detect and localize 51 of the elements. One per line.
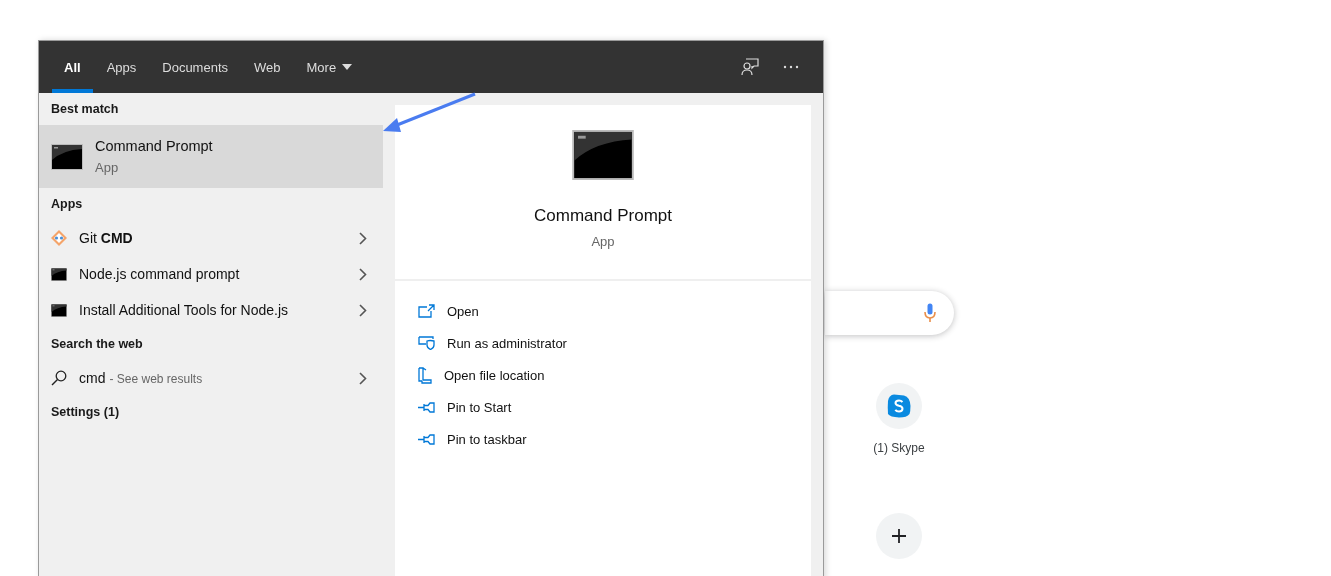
preview-title: Command Prompt bbox=[534, 206, 672, 226]
pin-icon bbox=[418, 433, 435, 445]
file-location-icon bbox=[418, 366, 432, 384]
result-item[interactable]: Command Prompt App bbox=[39, 125, 383, 188]
add-shortcut-button[interactable] bbox=[876, 513, 922, 559]
plus-icon bbox=[892, 529, 906, 543]
result-title: cmd - See web results bbox=[79, 370, 204, 386]
action-item[interactable]: Open bbox=[418, 295, 811, 327]
shortcut-label: (1) Skype bbox=[873, 441, 925, 455]
caret-icon bbox=[342, 64, 353, 70]
console-icon bbox=[51, 303, 67, 317]
section-heading: Best match bbox=[50, 101, 120, 118]
result-item[interactable]: Git CMD bbox=[39, 220, 383, 256]
tab[interactable]: Apps bbox=[94, 41, 149, 93]
result-item[interactable]: Install Additional Tools for Node.js bbox=[39, 292, 383, 328]
pin-icon bbox=[418, 401, 435, 413]
shield-icon bbox=[418, 336, 435, 350]
chevron-icon[interactable] bbox=[359, 371, 367, 385]
search-icon bbox=[51, 370, 67, 386]
action-item[interactable]: Open file location bbox=[418, 359, 811, 391]
action-item[interactable]: Run as administrator bbox=[418, 327, 811, 359]
tab[interactable]: More bbox=[294, 41, 365, 93]
tab[interactable]: All bbox=[52, 41, 93, 93]
action-item[interactable]: Pin to Start bbox=[418, 391, 811, 423]
chevron-icon[interactable] bbox=[359, 267, 367, 281]
console-icon bbox=[51, 267, 67, 281]
chevron-icon[interactable] bbox=[359, 231, 367, 245]
feedback-icon[interactable] bbox=[741, 58, 759, 76]
s-logo-icon bbox=[887, 394, 911, 418]
section-heading: Settings (1) bbox=[50, 404, 121, 421]
action-item[interactable]: Pin to taskbar bbox=[418, 423, 811, 455]
microphone-icon[interactable] bbox=[924, 303, 936, 323]
shortcut-button[interactable] bbox=[876, 383, 922, 429]
result-title: Node.js command prompt bbox=[79, 266, 241, 282]
chevron-icon[interactable] bbox=[359, 303, 367, 317]
console-icon bbox=[572, 130, 634, 180]
open-window-icon bbox=[418, 304, 435, 318]
result-title: Git CMD bbox=[79, 230, 134, 246]
tab[interactable]: Web bbox=[242, 41, 293, 93]
section-heading: Search the web bbox=[50, 336, 144, 353]
console-icon bbox=[51, 143, 83, 170]
preview-type: App bbox=[591, 234, 615, 249]
result-type: App bbox=[95, 160, 120, 175]
tab[interactable]: Documents bbox=[150, 41, 240, 93]
result-item[interactable]: Node.js command prompt bbox=[39, 256, 383, 292]
result-title: Command Prompt bbox=[95, 138, 213, 154]
more-options-icon[interactable] bbox=[783, 65, 799, 69]
result-item[interactable]: cmd - See web results bbox=[39, 360, 383, 396]
section-heading: Apps bbox=[50, 196, 84, 213]
result-title: Install Additional Tools for Node.js bbox=[79, 302, 290, 318]
diamond-icon bbox=[51, 230, 67, 246]
